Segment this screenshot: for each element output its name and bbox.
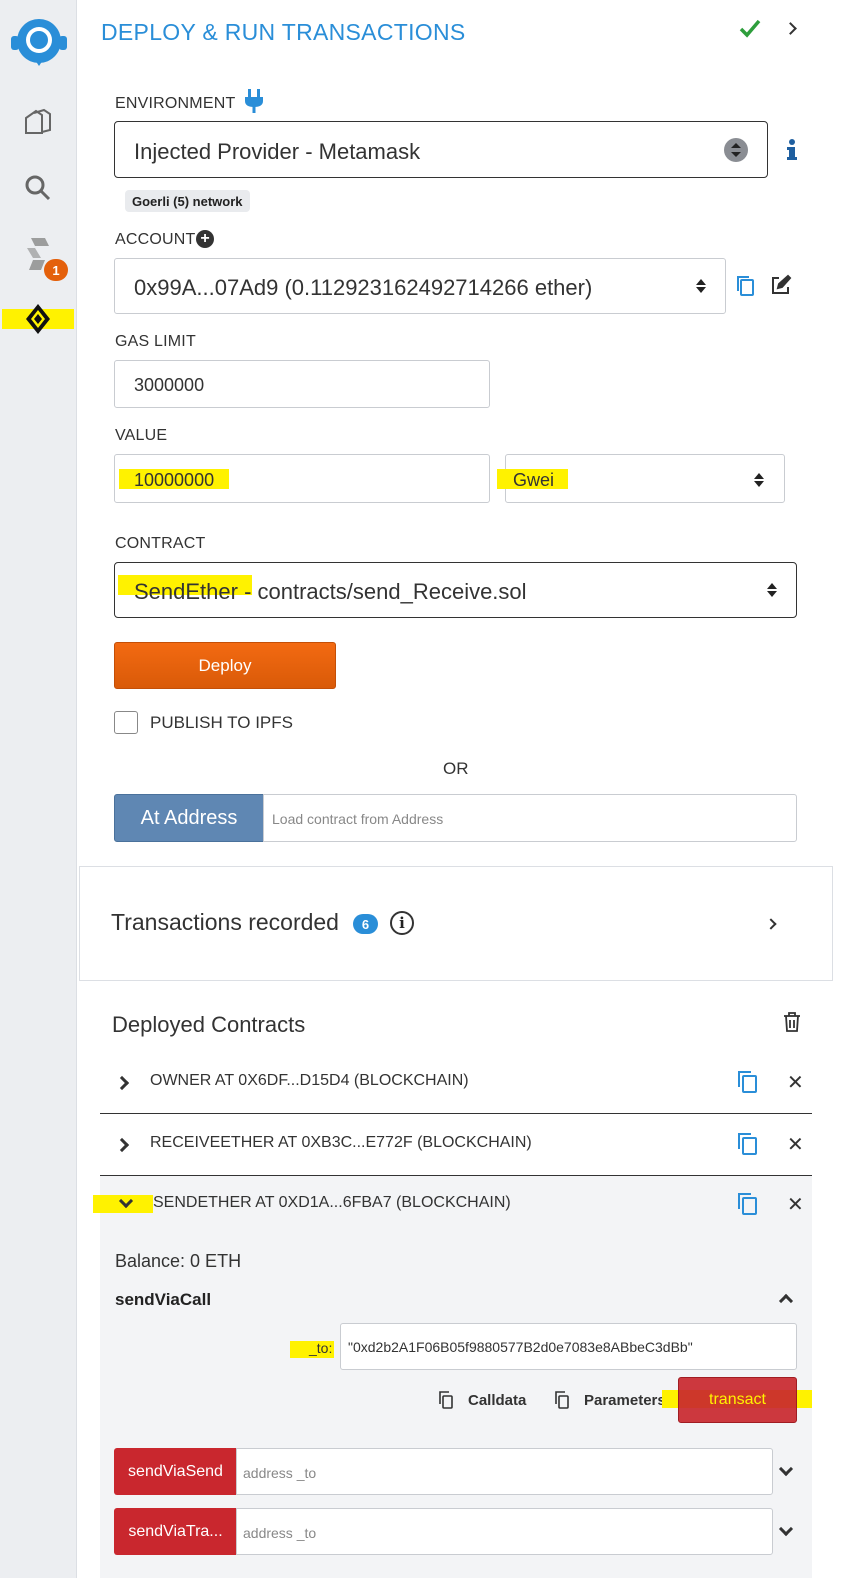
network-badge: Goerli (5) network xyxy=(125,190,250,212)
check-icon xyxy=(738,14,762,42)
select-arrows-icon xyxy=(754,473,764,487)
calldata-button[interactable]: Calldata xyxy=(468,1392,526,1409)
chevron-right-icon[interactable] xyxy=(114,1075,130,1091)
select-arrows-icon xyxy=(724,138,748,162)
deployed-contract-row-expanded[interactable]: SENDETHER AT 0XD1A...6FBA7 (BLOCKCHAIN) … xyxy=(93,1174,812,1236)
deployed-contract-name: OWNER AT 0X6DF...D15D4 (BLOCKCHAIN) xyxy=(150,1072,469,1089)
environment-value: Injected Provider - Metamask xyxy=(134,139,421,164)
gas-limit-input[interactable]: 3000000 xyxy=(114,360,490,408)
value-input[interactable]: 10000000 xyxy=(114,454,490,503)
contract-name: SendEther xyxy=(134,579,238,604)
account-value: 0x99A...07Ad9 (0.112923162492714266 ethe… xyxy=(134,275,593,300)
send-via-send-placeholder: address _to xyxy=(243,1465,317,1481)
contract-path: - contracts/send_Receive.sol xyxy=(237,579,527,604)
transactions-label: Transactions recorded xyxy=(111,909,339,935)
select-arrows-icon xyxy=(696,279,706,293)
copy-icon[interactable] xyxy=(735,1069,759,1100)
deployed-contracts-title: Deployed Contracts xyxy=(112,1012,306,1037)
deploy-button[interactable]: Deploy xyxy=(114,642,336,689)
send-via-send-button[interactable]: sendViaSend xyxy=(114,1448,237,1495)
search-icon[interactable] xyxy=(20,170,56,206)
send-via-transfer-button[interactable]: sendViaTra... xyxy=(114,1508,237,1555)
close-icon[interactable]: ✕ xyxy=(787,1070,804,1095)
add-account-icon[interactable]: + xyxy=(196,230,214,248)
send-via-transfer-placeholder: address _to xyxy=(243,1525,317,1541)
copy-icon[interactable] xyxy=(735,1191,759,1222)
value-unit: Gwei xyxy=(513,470,555,490)
panel-title: DEPLOY & RUN TRANSACTIONS xyxy=(101,19,466,45)
copy-icon[interactable] xyxy=(438,1391,454,1409)
environment-label: ENVIRONMENT xyxy=(115,95,236,112)
chevron-right-icon[interactable] xyxy=(765,918,777,930)
trash-icon[interactable] xyxy=(782,1011,802,1033)
at-address-button[interactable]: At Address xyxy=(114,794,264,842)
remix-logo-icon[interactable] xyxy=(8,14,70,70)
transactions-count-badge: 6 xyxy=(353,914,378,934)
contract-value: SendEther - contracts/send_Receive.sol xyxy=(134,579,527,605)
account-select[interactable]: 0x99A...07Ad9 (0.112923162492714266 ethe… xyxy=(114,258,726,314)
close-icon[interactable]: ✕ xyxy=(787,1192,804,1217)
parameters-button[interactable]: Parameters xyxy=(584,1392,666,1409)
param-label: _to: xyxy=(309,1340,333,1356)
info-icon[interactable] xyxy=(784,138,800,162)
environment-select[interactable]: Injected Provider - Metamask xyxy=(114,121,768,178)
transactions-card[interactable]: Transactions recorded 6 i xyxy=(79,866,833,981)
send-via-transfer-input[interactable]: address _to xyxy=(236,1508,773,1555)
param-to-value: "0xd2b2A1F06B05f9880577B2d0e7083e8ABbeC3… xyxy=(348,1339,693,1355)
plug-icon xyxy=(243,88,265,114)
contract-balance: Balance: 0 ETH xyxy=(115,1251,242,1271)
value-label: VALUE xyxy=(115,427,168,444)
file-explorer-icon[interactable] xyxy=(20,104,56,140)
gas-limit-label: GAS LIMIT xyxy=(115,333,196,350)
deployed-contract-row[interactable]: RECEIVEETHER AT 0XB3C...E772F (BLOCKCHAI… xyxy=(100,1114,812,1176)
or-label: OR xyxy=(443,759,469,778)
function-name: sendViaCall xyxy=(115,1290,212,1309)
contract-select[interactable]: SendEther - contracts/send_Receive.sol xyxy=(114,562,797,618)
deploy-run-icon[interactable] xyxy=(20,301,56,337)
select-arrows-icon xyxy=(767,583,777,597)
deployed-contract-name: RECEIVEETHER AT 0XB3C...E772F (BLOCKCHAI… xyxy=(150,1134,532,1151)
transact-button[interactable]: transact xyxy=(678,1377,797,1423)
close-icon[interactable]: ✕ xyxy=(787,1132,804,1157)
copy-icon[interactable] xyxy=(735,1131,759,1162)
send-via-send-input[interactable]: address _to xyxy=(236,1448,773,1495)
compiler-badge: 1 xyxy=(44,259,68,281)
at-address-placeholder: Load contract from Address xyxy=(272,811,444,827)
edit-icon[interactable] xyxy=(770,274,792,296)
copy-icon[interactable] xyxy=(734,274,756,298)
icon-sidebar: 1 xyxy=(0,0,77,1578)
chevron-right-icon[interactable] xyxy=(114,1137,130,1153)
value-unit-select[interactable]: Gwei xyxy=(497,454,785,503)
at-address-input[interactable]: Load contract from Address xyxy=(263,794,797,842)
value-amount: 10000000 xyxy=(134,470,215,490)
copy-icon[interactable] xyxy=(554,1391,570,1409)
param-to-input[interactable]: "0xd2b2A1F06B05f9880577B2d0e7083e8ABbeC3… xyxy=(340,1323,797,1370)
account-label: ACCOUNT xyxy=(115,231,196,248)
publish-ipfs-label: PUBLISH TO IPFS xyxy=(150,713,293,732)
deployed-contract-row[interactable]: OWNER AT 0X6DF...D15D4 (BLOCKCHAIN) ✕ xyxy=(100,1052,812,1114)
publish-ipfs-checkbox[interactable] xyxy=(114,711,138,734)
gas-limit-value: 3000000 xyxy=(134,375,205,395)
info-circle-icon[interactable]: i xyxy=(390,911,414,935)
deployed-contract-name: SENDETHER AT 0XD1A...6FBA7 (BLOCKCHAIN) xyxy=(153,1194,511,1211)
contract-label: CONTRACT xyxy=(115,535,206,552)
